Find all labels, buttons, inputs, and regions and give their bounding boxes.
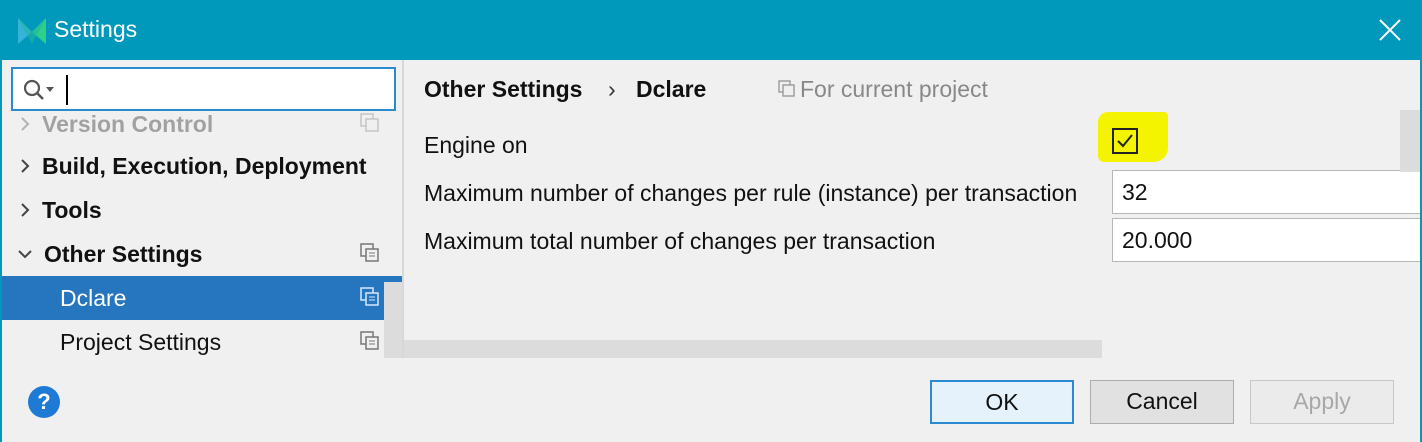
tree-item-dclare[interactable]: Dclare	[2, 276, 402, 320]
chevron-down-icon	[18, 250, 32, 259]
title-bar: Settings	[2, 2, 1420, 60]
apply-button[interactable]: Apply	[1250, 380, 1394, 424]
content-horizontal-scrollbar[interactable]	[404, 340, 1102, 358]
search-input[interactable]	[65, 75, 385, 103]
breadcrumb-current: Dclare	[636, 76, 707, 102]
content-vertical-scrollbar[interactable]	[1400, 110, 1420, 172]
sidebar-scrollbar[interactable]	[384, 282, 402, 358]
tree-item-other-settings[interactable]: Other Settings	[2, 232, 402, 276]
settings-sidebar: Version Control Build, Execution, Deploy…	[2, 60, 402, 358]
max-total-changes-field[interactable]: 20.000	[1112, 218, 1420, 262]
search-box[interactable]	[11, 67, 396, 111]
window-title: Settings	[54, 16, 138, 42]
copy-icon	[360, 331, 379, 350]
breadcrumb-separator: ›	[608, 76, 616, 102]
tree-item-label: Tools	[42, 197, 102, 223]
tree-item-label: Project Settings	[60, 329, 222, 355]
tree-item-build-execution-deployment[interactable]: Build, Execution, Deployment	[2, 144, 402, 188]
scope-label: For current project	[800, 76, 988, 102]
engine-on-checkbox[interactable]	[1112, 128, 1138, 154]
search-icon	[23, 79, 54, 100]
tree-item-tools[interactable]: Tools	[2, 188, 402, 232]
max-changes-per-rule-label: Maximum number of changes per rule (inst…	[424, 180, 1078, 206]
ok-button[interactable]: OK	[930, 380, 1074, 424]
tree-item-project-settings[interactable]: Project Settings	[2, 320, 402, 358]
copy-icon	[360, 243, 379, 262]
tree-item-label: Build, Execution, Deployment	[42, 153, 367, 179]
tree-item-label: Other Settings	[44, 241, 203, 267]
tree-item-label: Dclare	[60, 285, 127, 311]
dialog-footer: ? OK Cancel Apply	[2, 358, 1420, 442]
help-button[interactable]: ?	[28, 386, 60, 418]
checkmark-icon	[1117, 134, 1133, 148]
engine-on-label: Engine on	[424, 132, 528, 158]
cancel-button[interactable]: Cancel	[1090, 380, 1234, 424]
chevron-right-icon	[21, 159, 30, 173]
chevron-right-icon	[21, 117, 30, 131]
max-total-changes-label: Maximum total number of changes per tran…	[424, 228, 936, 254]
breadcrumb-parent[interactable]: Other Settings	[424, 76, 582, 103]
text-caret	[66, 75, 68, 105]
max-changes-per-rule-field[interactable]: 32	[1112, 170, 1420, 214]
settings-dialog: Settings Version Control Build, Executio…	[0, 0, 1422, 442]
copy-icon	[360, 287, 379, 306]
tree-item-label: Version Control	[42, 111, 214, 137]
chevron-right-icon	[21, 203, 30, 217]
copy-icon	[360, 113, 379, 132]
settings-content: Other Settings › Dclare For current proj…	[404, 60, 1420, 358]
close-icon	[1379, 19, 1401, 41]
app-logo-icon	[18, 18, 46, 44]
close-button[interactable]	[1370, 10, 1410, 50]
project-scope-icon	[778, 80, 795, 97]
